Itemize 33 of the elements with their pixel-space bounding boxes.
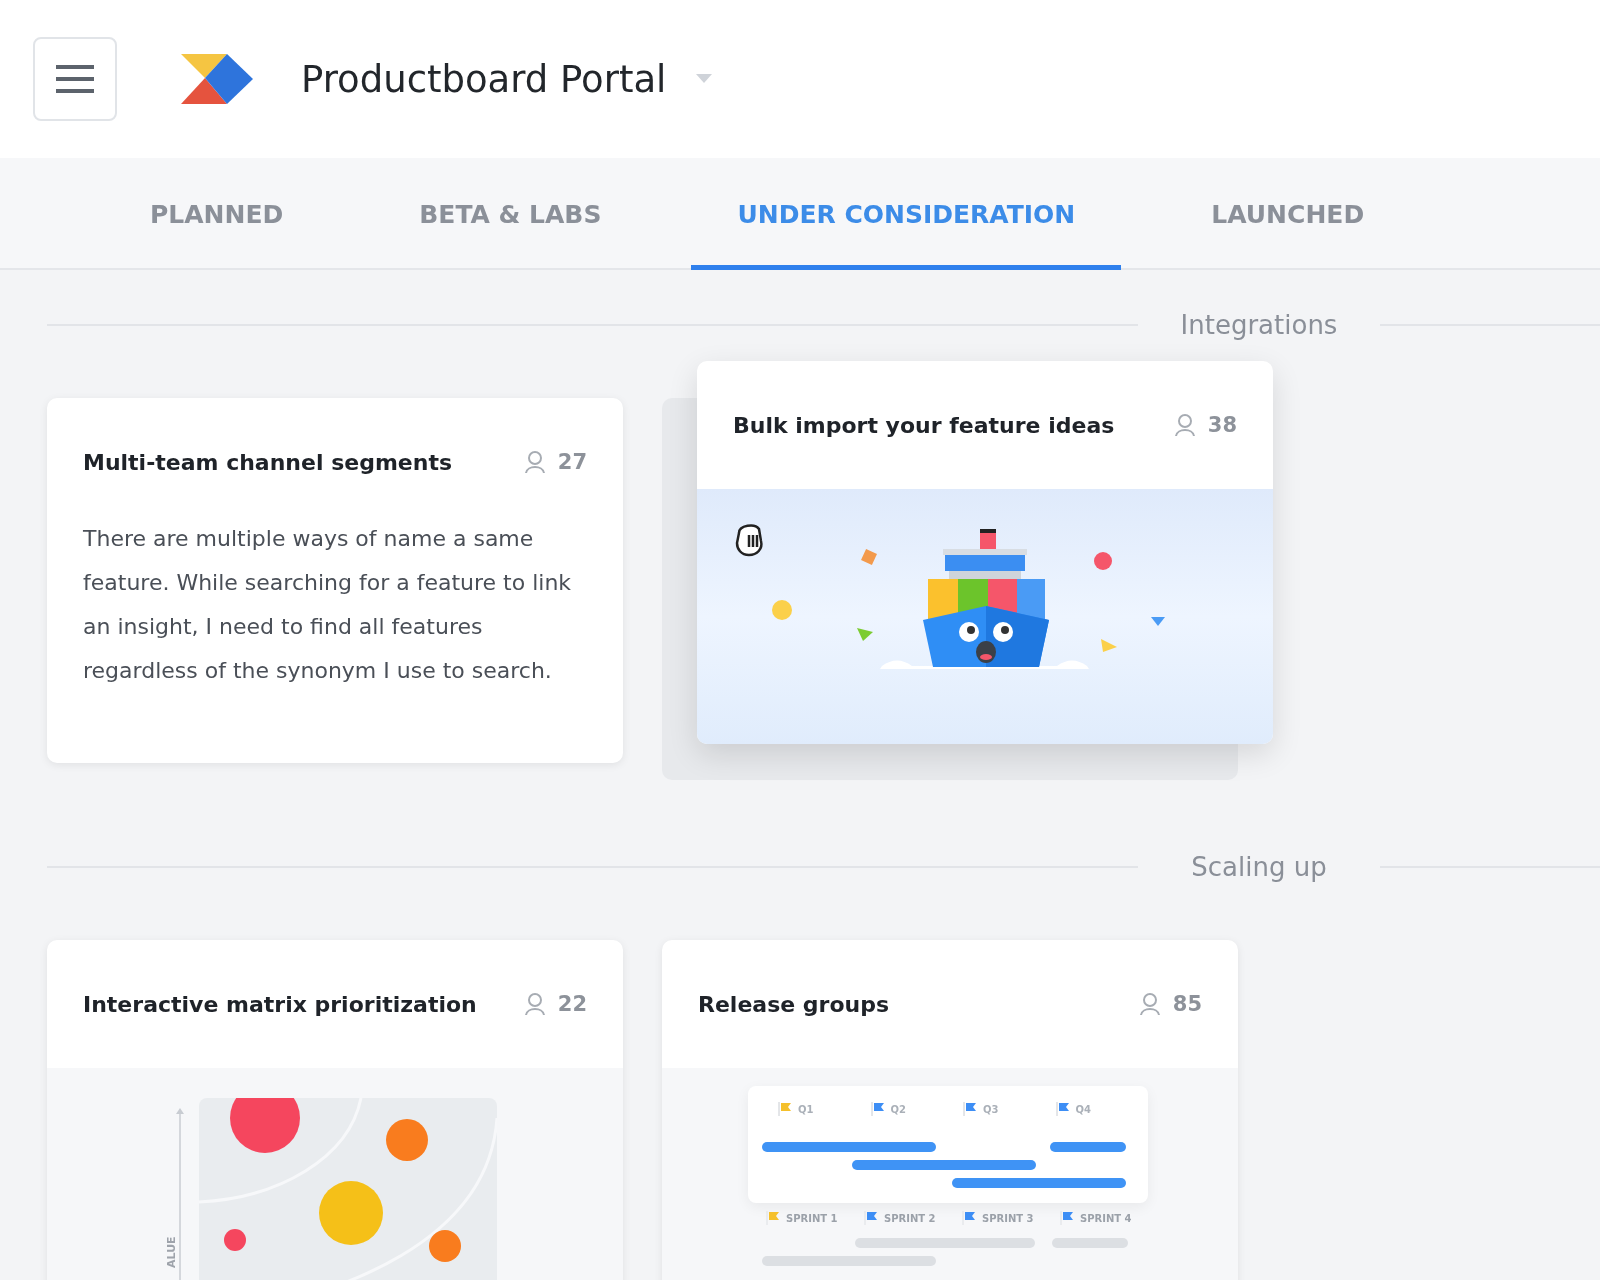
sprint-label: SPRINT 3 — [982, 1212, 1034, 1224]
sprint-label: SPRINT 2 — [884, 1212, 936, 1224]
menu-button[interactable] — [33, 37, 117, 121]
portal-title[interactable]: Productboard Portal — [301, 57, 667, 101]
vote-count: 85 — [1172, 992, 1202, 1016]
logo-icon — [181, 54, 255, 104]
card-title: Multi-team channel segments — [83, 449, 454, 475]
person-icon — [523, 992, 546, 1016]
menu-icon — [56, 65, 94, 93]
quarter-label: Q2 — [890, 1103, 906, 1115]
vote-count: 38 — [1207, 413, 1237, 437]
card-title: Interactive matrix prioritization — [83, 991, 478, 1017]
quarter-label: Q1 — [798, 1103, 814, 1115]
sprint-label: SPRINT 4 — [1080, 1212, 1132, 1224]
vote-count: 27 — [557, 450, 587, 474]
section-title: Scaling up — [1190, 852, 1328, 882]
sprint-label: SPRINT 1 — [786, 1212, 838, 1224]
feature-card[interactable]: Interactive matrix prioritization 22 ALUE — [47, 940, 623, 1280]
card-title: Release groups — [698, 991, 891, 1017]
section-title: Integrations — [1179, 310, 1339, 340]
quarter-label: Q3 — [983, 1103, 999, 1115]
person-icon — [1173, 413, 1196, 437]
quarter-label: Q4 — [1075, 1103, 1091, 1115]
vote-count: 22 — [557, 992, 587, 1016]
feature-card[interactable]: Multi-team channel segments 27 There are multiple ways of name a same feature. While searching for a feature to link an insight, I need to find all features regardless of the synonym I use to search. — [47, 398, 623, 763]
person-icon — [523, 450, 546, 474]
feature-card[interactable]: Bulk import your feature ideas 38 — [697, 361, 1273, 744]
feature-card[interactable]: Release groups 85 Q1 Q2 Q3 Q4 SPRINT 1 SPRINT 2 SPRINT 3 SPRINT 4 — [662, 940, 1238, 1280]
person-icon — [1138, 992, 1161, 1016]
caret-icon — [696, 74, 713, 84]
axis-label: ALUE — [165, 1236, 178, 1268]
card-description: There are multiple ways of name a same feature. While searching for a feature to link an insight, I need to find all features regardless of the synonym I use to search. — [82, 525, 573, 685]
card-title: Bulk import your feature ideas — [733, 412, 1116, 438]
